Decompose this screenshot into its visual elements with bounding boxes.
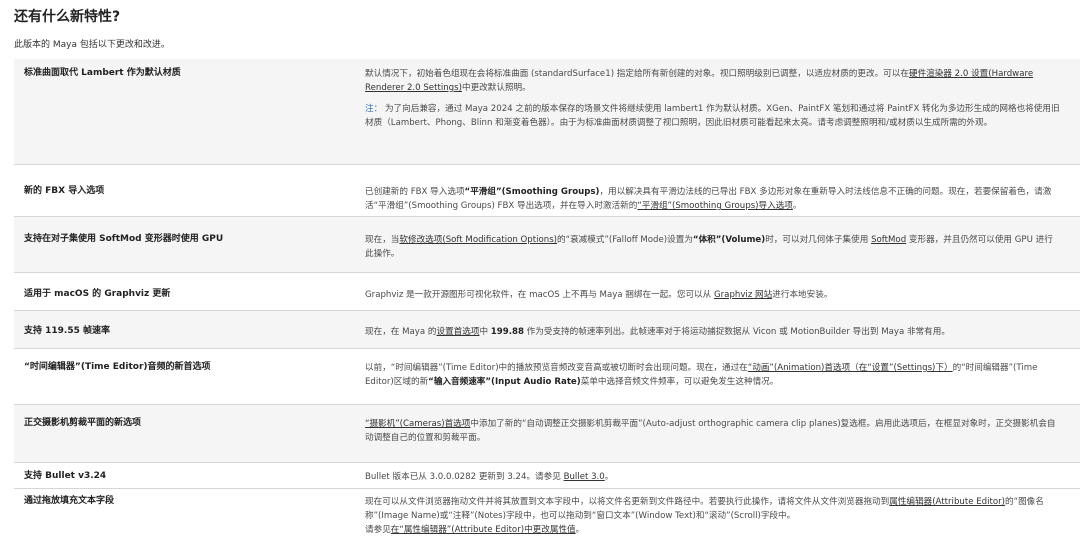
table-row: 支持 119.55 帧速率 现在，在 Maya 的设置首选项中 199.88 作…	[14, 311, 1080, 349]
desc-text: 。	[792, 201, 802, 211]
page-title: 还有什么新特性?	[14, 9, 121, 25]
desc-bold: “平滑组”(Smoothing Groups)	[464, 187, 600, 197]
attribute-editor-link[interactable]: 属性编辑器(Attribute Editor)	[889, 497, 1005, 507]
feature-description: 以前，“时间编辑器”(Time Editor)中的播放预览音频改变音高或被切断时…	[365, 361, 1080, 404]
feature-name: 支持 119.55 帧速率	[24, 326, 110, 336]
desc-text: 作为受支持的帧速率列出。此帧速率对于将运动捕捉数据从 Vicon 或 Motio…	[523, 327, 950, 337]
desc-text: 中更改默认照明。	[461, 83, 531, 93]
whats-new-page: 还有什么新特性? 此版本的 Maya 包括以下更改和改进。 标准曲面取代 Lam…	[0, 0, 1080, 553]
settings-preferences-link[interactable]: 设置首选项	[436, 327, 479, 337]
page-intro: 此版本的 Maya 包括以下更改和改进。	[14, 40, 170, 50]
features-table: 标准曲面取代 Lambert 作为默认材质 默认情况下，初始着色组现在会将标准曲…	[14, 59, 1080, 541]
feature-description: 已创建新的 FBX 导入选项“平滑组”(Smoothing Groups)，用以…	[365, 185, 1080, 216]
desc-text: 进行本地安装。	[772, 290, 833, 300]
bullet-3-link[interactable]: Bullet 3.0	[564, 472, 605, 482]
note-text: 为了向后兼容，通过 Maya 2024 之前的版本保存的场景文件将继续使用 la…	[365, 104, 1060, 128]
feature-description: 现在，当软修改选项(Soft Modification Options)的“衰减…	[365, 233, 1080, 272]
table-row: 支持在对子集使用 SoftMod 变形器时使用 GPU 现在，当软修改选项(So…	[14, 217, 1080, 273]
desc-text: 现在可以从文件浏览器拖动文件并将其放置到文本字段中，以将文件名更新到文件路径中。…	[365, 497, 890, 507]
desc-text: 现在，在 Maya 的	[365, 327, 437, 337]
desc-bold: 199.88	[490, 327, 524, 337]
desc-text: 菜单中选择音频文件频率，可以避免发生这种情况。	[580, 377, 779, 387]
feature-name: 标准曲面取代 Lambert 作为默认材质	[24, 68, 181, 78]
note-label: 注：	[365, 104, 383, 114]
table-row: 适用于 macOS 的 Graphviz 更新 Graphviz 是一款开源图形…	[14, 273, 1080, 311]
desc-bold: “输入音频速率”(Input Audio Rate)	[428, 377, 581, 387]
feature-name: 正交摄影机剪裁平面的新选项	[24, 418, 142, 428]
cameras-preferences-link[interactable]: “摄影机”(Cameras)首选项	[365, 419, 470, 429]
desc-text: Graphviz 是一款开源图形可视化软件，在 macOS 上不再与 Maya …	[365, 290, 714, 300]
soft-modification-options-link[interactable]: 软修改选项(Soft Modification Options)	[399, 235, 557, 245]
smoothing-groups-link[interactable]: “平滑组”(Smoothing Groups)导入选项	[637, 201, 793, 211]
feature-description: 默认情况下，初始着色组现在会将标准曲面 (standardSurface1) 指…	[365, 67, 1080, 164]
feature-name: 适用于 macOS 的 Graphviz 更新	[24, 289, 171, 299]
table-row: 支持 Bullet v3.24 Bullet 版本已从 3.0.0.0282 更…	[14, 463, 1080, 489]
feature-name: 支持 Bullet v3.24	[24, 471, 107, 481]
desc-text: 。	[575, 525, 585, 535]
feature-name: “时间编辑器”(Time Editor)音频的新首选项	[24, 362, 211, 372]
feature-description: Graphviz 是一款开源图形可视化软件，在 macOS 上不再与 Maya …	[365, 288, 1080, 310]
desc-text: 请参见	[365, 525, 391, 535]
feature-description: 现在可以从文件浏览器拖动文件并将其放置到文本字段中，以将文件名更新到文件路径中。…	[365, 495, 1080, 541]
softmod-link[interactable]: SoftMod	[871, 235, 906, 245]
desc-text: 中	[479, 327, 491, 337]
change-attribute-values-link[interactable]: 在“属性编辑器”(Attribute Editor)中更改属性值	[391, 525, 576, 535]
desc-text: 默认情况下，初始着色组现在会将标准曲面 (standardSurface1) 指…	[365, 69, 909, 79]
desc-text: 现在，当	[365, 235, 400, 245]
table-row: “时间编辑器”(Time Editor)音频的新首选项 以前，“时间编辑器”(T…	[14, 349, 1080, 405]
desc-text: Bullet 版本已从 3.0.0.0282 更新到 3.24。请参见	[365, 472, 564, 482]
feature-description: “摄影机”(Cameras)首选项中添加了新的“自动调整正交摄影机剪裁平面”(A…	[365, 417, 1080, 462]
animation-preferences-link[interactable]: “动画”(Animation)首选项（在“设置”(Settings)下）	[748, 363, 953, 373]
feature-description: Bullet 版本已从 3.0.0.0282 更新到 3.24。请参见 Bull…	[365, 470, 1080, 488]
table-row: 通过拖放填充文本字段 现在可以从文件浏览器拖动文件并将其放置到文本字段中，以将文…	[14, 489, 1080, 541]
table-row: 正交摄影机剪裁平面的新选项 “摄影机”(Cameras)首选项中添加了新的“自动…	[14, 405, 1080, 463]
feature-description: 现在，在 Maya 的设置首选项中 199.88 作为受支持的帧速率列出。此帧速…	[365, 325, 1080, 348]
desc-text: 以前，“时间编辑器”(Time Editor)中的播放预览音频改变音高或被切断时…	[365, 363, 748, 373]
feature-name: 通过拖放填充文本字段	[24, 496, 115, 506]
desc-text: 。	[604, 472, 614, 482]
feature-name: 支持在对子集使用 SoftMod 变形器时使用 GPU	[24, 234, 224, 244]
desc-bold: “体积”(Volume)	[692, 235, 766, 245]
desc-text: 时，可以对几何体子集使用	[765, 235, 872, 245]
table-row: 标准曲面取代 Lambert 作为默认材质 默认情况下，初始着色组现在会将标准曲…	[14, 59, 1080, 165]
table-row: 新的 FBX 导入选项 已创建新的 FBX 导入选项“平滑组”(Smoothin…	[14, 165, 1080, 217]
desc-text: 的“衰减模式”(Falloff Mode)设置为	[557, 235, 693, 245]
desc-text: 已创建新的 FBX 导入选项	[365, 187, 465, 197]
graphviz-website-link[interactable]: Graphviz 网站	[714, 290, 772, 300]
feature-name: 新的 FBX 导入选项	[24, 186, 105, 196]
